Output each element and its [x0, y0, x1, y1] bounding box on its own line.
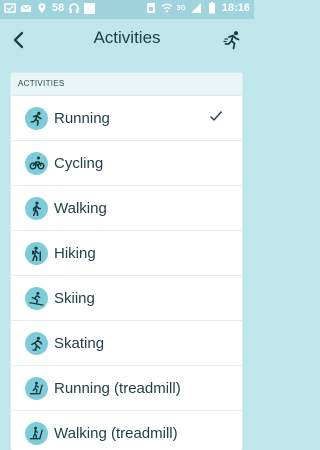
battery-icon: [206, 2, 218, 14]
headphones-icon: [68, 2, 80, 14]
activity-item-skating[interactable]: Skating: [11, 321, 242, 366]
activity-item-cycling[interactable]: Cycling: [11, 141, 242, 186]
notification-count: 58: [52, 2, 65, 14]
app-header: Activities: [0, 19, 254, 61]
checkmark-icon: [210, 111, 223, 122]
running-figure-icon: [223, 31, 240, 50]
running-icon: [25, 106, 48, 130]
activity-item-walking[interactable]: Walking: [11, 186, 242, 231]
activity-item-running[interactable]: Running: [11, 96, 242, 141]
notification-icon: [4, 2, 16, 14]
activity-item-walking-treadmill[interactable]: Walking (treadmill): [11, 411, 242, 450]
activity-item-running-treadmill[interactable]: Running (treadmill): [11, 366, 242, 411]
treadmill-running-icon: [25, 376, 48, 400]
wifi-icon: [161, 2, 173, 14]
clock: 18:16: [221, 2, 250, 14]
activity-label: Skiing: [54, 289, 95, 307]
page-title: Activities: [93, 28, 161, 47]
skating-icon: [25, 331, 48, 355]
activity-label: Hiking: [54, 244, 96, 262]
status-bar: 58 3G 18:16: [0, 0, 254, 19]
location-icon: [36, 2, 48, 14]
mail-icon: [20, 2, 32, 14]
skiing-icon: [25, 286, 48, 310]
activity-action-button[interactable]: [220, 27, 246, 53]
cycling-icon: [25, 151, 48, 175]
activity-list: Running Cycling Walking Hiking Skiing Sk…: [11, 96, 242, 450]
treadmill-walking-icon: [25, 421, 48, 445]
network-type: 3G: [176, 4, 186, 12]
walking-icon: [25, 196, 48, 220]
activity-item-skiing[interactable]: Skiing: [11, 276, 242, 321]
activity-label: Skating: [54, 334, 105, 352]
activity-label: Cycling: [54, 154, 104, 172]
signal-icon: [190, 2, 202, 14]
activities-card: ACTIVITIES Running Cycling Walking Hikin…: [11, 73, 242, 450]
activity-label: Walking (treadmill): [54, 424, 178, 442]
activity-label: Running: [54, 109, 110, 127]
section-header: ACTIVITIES: [11, 73, 242, 96]
activity-label: Running (treadmill): [54, 379, 181, 397]
activity-label: Walking: [54, 199, 107, 217]
app-notification-icon: [84, 2, 96, 14]
sim-icon: [145, 2, 157, 14]
activity-item-hiking[interactable]: Hiking: [11, 231, 242, 276]
hiking-icon: [25, 241, 48, 265]
